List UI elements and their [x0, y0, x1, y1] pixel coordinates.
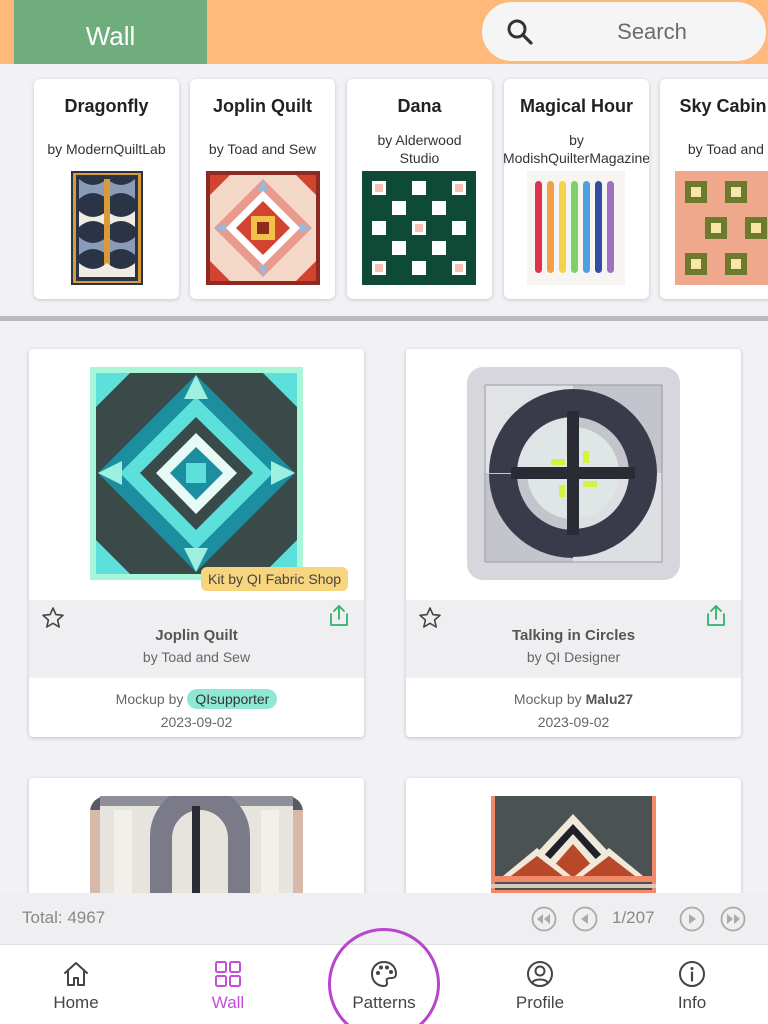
last-page-icon[interactable] — [720, 906, 746, 932]
featured-title: Dragonfly — [64, 96, 149, 116]
mockup-prefix: Mockup by — [115, 691, 184, 707]
mockup-user[interactable]: Malu27 — [586, 691, 633, 707]
kit-badge[interactable]: Kit by QI Fabric Shop — [201, 567, 349, 591]
quilt-mockup-image[interactable] — [90, 367, 303, 580]
card-meta: Talking in Circles by QI Designer — [406, 600, 741, 678]
first-page-icon[interactable] — [531, 906, 557, 932]
page-indicator: 1/207 — [612, 908, 655, 927]
featured-title: Sky Cabin Q — [679, 96, 768, 116]
quilt-thumbnail — [362, 171, 476, 285]
app-header: Wall — [0, 0, 768, 73]
share-icon[interactable] — [328, 604, 350, 628]
featured-title: Dana — [397, 96, 442, 116]
quilt-mockup-image[interactable] — [467, 367, 680, 580]
mockup-list[interactable]: Kit by QI Fabric Shop Joplin Quilt by To… — [0, 321, 768, 893]
featured-title: Joplin Quilt — [213, 96, 312, 116]
featured-card-sky-cabin[interactable]: Sky Cabin Q by Toad and S — [660, 79, 768, 299]
card-title[interactable]: Joplin Quilt — [29, 600, 364, 644]
featured-card-dana[interactable]: Dana by Alderwood Studio — [347, 79, 492, 299]
profile-icon — [527, 961, 553, 987]
mockup-card[interactable] — [29, 778, 364, 893]
quilt-thumbnail — [527, 171, 625, 285]
quilt-thumbnail — [71, 171, 143, 285]
quilt-mockup-image[interactable] — [491, 796, 656, 893]
quilt-thumbnail — [675, 171, 768, 285]
mockup-user[interactable]: QIsupporter — [187, 689, 278, 709]
nav-wall[interactable]: Wall — [173, 945, 283, 1024]
wall-tab-label: Wall — [85, 21, 136, 51]
nav-label: Profile — [515, 993, 565, 1012]
nav-label: Wall — [211, 993, 245, 1012]
search-bar[interactable] — [482, 2, 766, 61]
mockup-card[interactable]: Kit by QI Fabric Shop Joplin Quilt by To… — [29, 349, 364, 737]
total-count: Total: 4967 — [22, 908, 106, 927]
mockup-card[interactable] — [406, 778, 741, 893]
share-icon[interactable] — [705, 604, 727, 628]
mockup-card[interactable]: Talking in Circles by QI Designer Mockup… — [406, 349, 741, 737]
featured-author: by Toad and Sew — [208, 141, 317, 157]
featured-carousel[interactable]: Dragonfly by ModernQuiltLab Joplin Quilt… — [0, 64, 768, 316]
featured-title: Magical Hour — [519, 96, 634, 116]
nav-label: Home — [53, 993, 99, 1012]
quilt-mockup-image[interactable] — [90, 796, 303, 893]
search-icon[interactable] — [506, 18, 534, 46]
card-date: 2023-09-02 — [537, 714, 610, 730]
bottom-nav: Home Wall Patterns Profile Info — [0, 928, 768, 1024]
search-input[interactable] — [552, 14, 752, 50]
home-icon — [64, 962, 88, 986]
featured-author: by ModernQuiltLab — [47, 141, 166, 157]
featured-card-magical-hour[interactable]: Magical Hour by ModishQuilterMagazine — [504, 79, 649, 299]
nav-info[interactable]: Info — [637, 945, 747, 1024]
featured-author: by Toad and S — [687, 141, 768, 157]
star-icon[interactable] — [41, 606, 65, 630]
info-icon — [679, 961, 705, 987]
mockup-prefix: Mockup by — [513, 691, 582, 707]
nav-label: Info — [677, 993, 707, 1012]
featured-author: by ModishQuilterMagazine — [504, 132, 649, 166]
grid-icon — [215, 961, 241, 987]
featured-card-dragonfly[interactable]: Dragonfly by ModernQuiltLab — [34, 79, 179, 299]
next-page-icon[interactable] — [679, 906, 705, 932]
prev-page-icon[interactable] — [572, 906, 598, 932]
card-footer: Mockup by Malu27 2023-09-02 — [406, 678, 741, 737]
quilt-thumbnail — [206, 171, 320, 285]
featured-card-joplin[interactable]: Joplin Quilt by Toad and Sew — [190, 79, 335, 299]
card-date: 2023-09-02 — [160, 714, 233, 730]
nav-profile[interactable]: Profile — [485, 945, 595, 1024]
card-author[interactable]: by Toad and Sew — [29, 649, 364, 665]
nav-home[interactable]: Home — [21, 945, 131, 1024]
card-title[interactable]: Talking in Circles — [406, 600, 741, 644]
featured-author: by Alderwood Studio — [377, 132, 462, 166]
card-author[interactable]: by QI Designer — [406, 649, 741, 665]
mockup-line: Mockup by Malu27 — [406, 688, 741, 710]
card-footer: Mockup by QIsupporter 2023-09-02 — [29, 678, 364, 737]
card-meta: Joplin Quilt by Toad and Sew — [29, 600, 364, 678]
star-icon[interactable] — [418, 606, 442, 630]
mockup-line: Mockup by QIsupporter — [29, 688, 364, 710]
wall-tab[interactable]: Wall — [14, 0, 207, 73]
